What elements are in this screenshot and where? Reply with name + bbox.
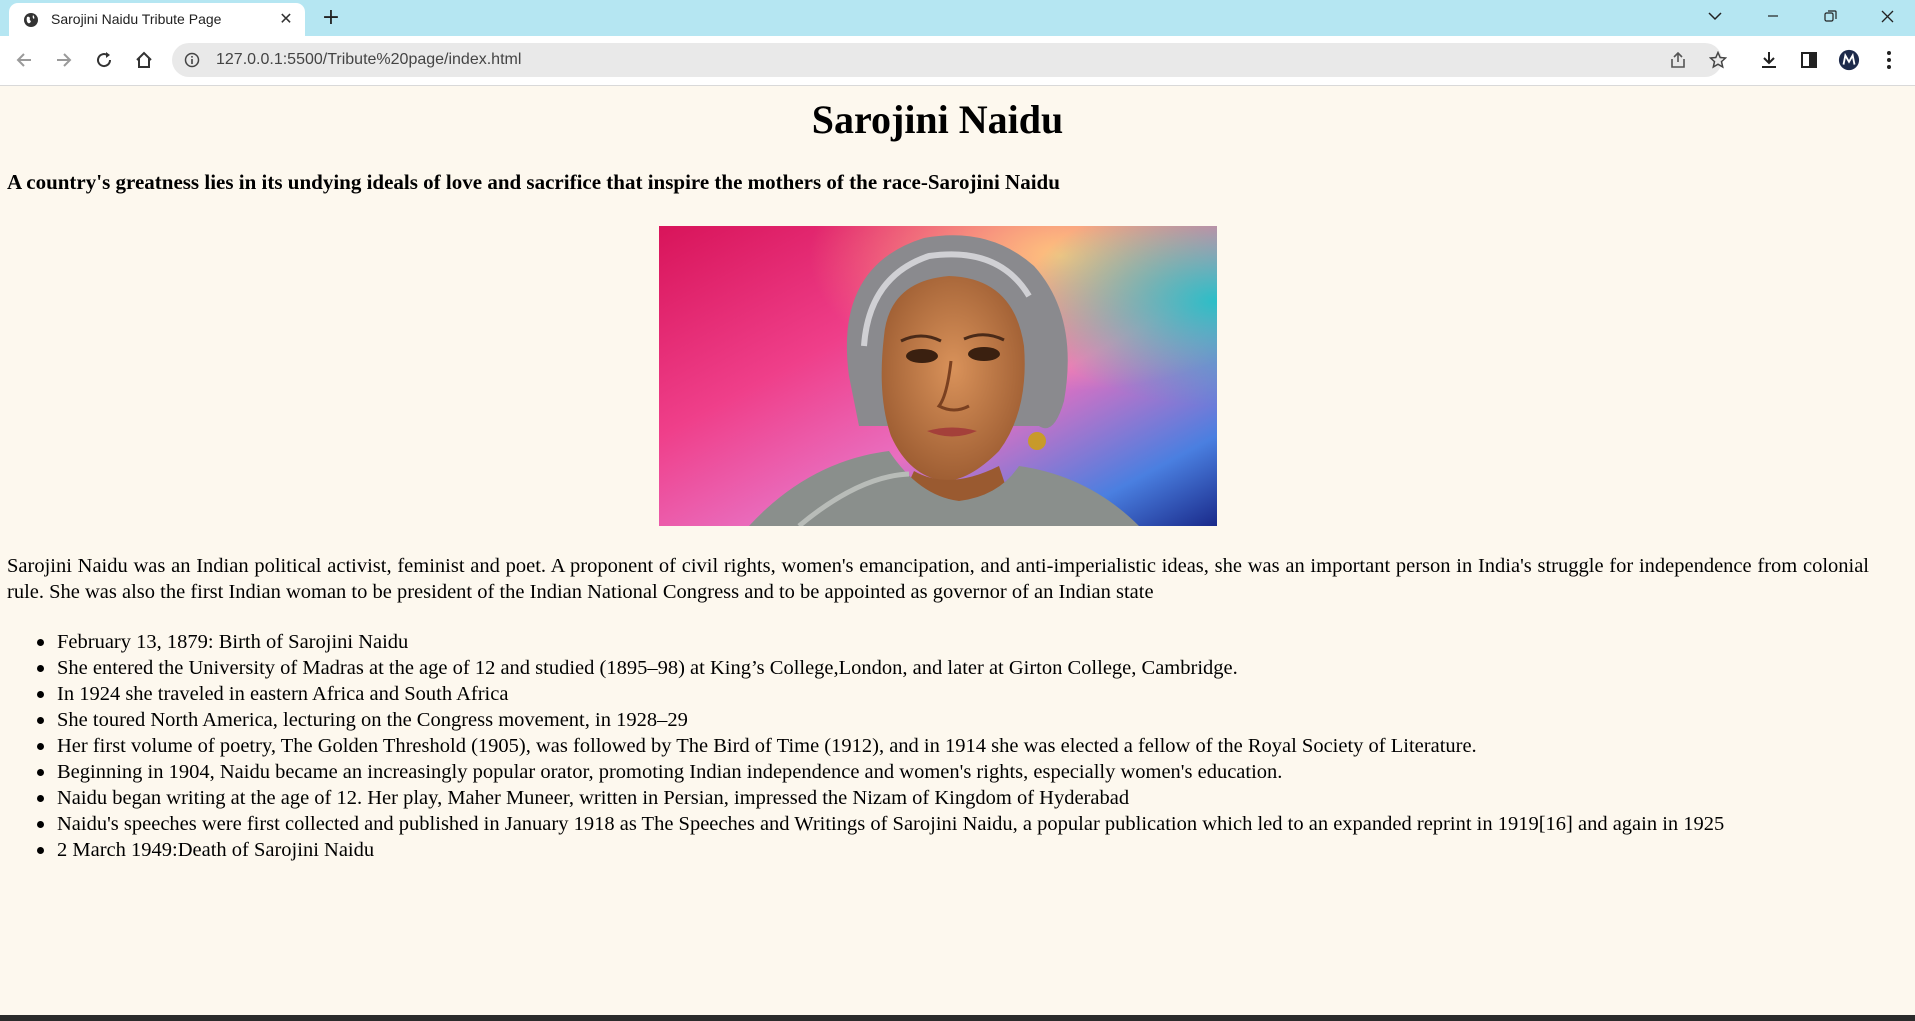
tab-title: Sarojini Naidu Tribute Page: [51, 11, 222, 27]
list-item: In 1924 she traveled in eastern Africa a…: [37, 681, 1869, 707]
download-icon[interactable]: [1758, 49, 1780, 71]
tab-active[interactable]: Sarojini Naidu Tribute Page ✕: [9, 3, 305, 36]
list-item: She toured North America, lecturing on t…: [37, 707, 1869, 733]
back-icon[interactable]: [9, 45, 39, 75]
browser-toolbar: 127.0.0.1:5500/Tribute%20page/index.html: [0, 36, 1915, 86]
home-icon[interactable]: [129, 45, 159, 75]
address-bar[interactable]: 127.0.0.1:5500/Tribute%20page/index.html: [172, 43, 1727, 77]
list-item: Her first volume of poetry, The Golden T…: [37, 733, 1869, 759]
list-item: Beginning in 1904, Naidu became an incre…: [37, 759, 1869, 785]
tribute-quote: A country's greatness lies in its undyin…: [7, 170, 1060, 194]
list-item: She entered the University of Madras at …: [37, 655, 1869, 681]
info-icon[interactable]: [184, 52, 200, 68]
tab-strip: Sarojini Naidu Tribute Page ✕ +: [0, 0, 1915, 36]
portrait-image: [659, 226, 1217, 526]
url-text[interactable]: 127.0.0.1:5500/Tribute%20page/index.html: [216, 51, 521, 69]
globe-icon: [24, 13, 38, 27]
chevron-down-icon[interactable]: [1692, 0, 1738, 32]
minimize-icon[interactable]: [1750, 0, 1796, 32]
restore-icon[interactable]: [1807, 0, 1853, 32]
reload-icon[interactable]: [89, 45, 119, 75]
menu-icon[interactable]: [1878, 49, 1900, 71]
biography-paragraph: Sarojini Naidu was an Indian political a…: [7, 555, 1869, 603]
page-content: Sarojini Naidu A country's greatness lie…: [0, 86, 1915, 1015]
timeline-list: February 13, 1879: Birth of Sarojini Nai…: [37, 629, 1869, 863]
share-icon[interactable]: [1669, 51, 1687, 69]
forward-icon[interactable]: [49, 45, 79, 75]
close-icon[interactable]: ✕: [277, 10, 295, 28]
list-item: Naidu's speeches were first collected an…: [37, 811, 1869, 837]
window-bottom-edge: [0, 1015, 1915, 1021]
window-close-icon[interactable]: [1864, 0, 1910, 32]
profile-avatar[interactable]: [1838, 49, 1860, 71]
list-item: Naidu began writing at the age of 12. He…: [37, 785, 1869, 811]
plus-icon[interactable]: +: [318, 5, 344, 31]
side-panel-icon[interactable]: [1798, 49, 1820, 71]
page-title: Sarojini Naidu: [811, 97, 1064, 142]
star-icon[interactable]: [1709, 51, 1727, 69]
list-item: February 13, 1879: Birth of Sarojini Nai…: [37, 629, 1869, 655]
list-item: 2 March 1949:Death of Sarojini Naidu: [37, 837, 1869, 863]
